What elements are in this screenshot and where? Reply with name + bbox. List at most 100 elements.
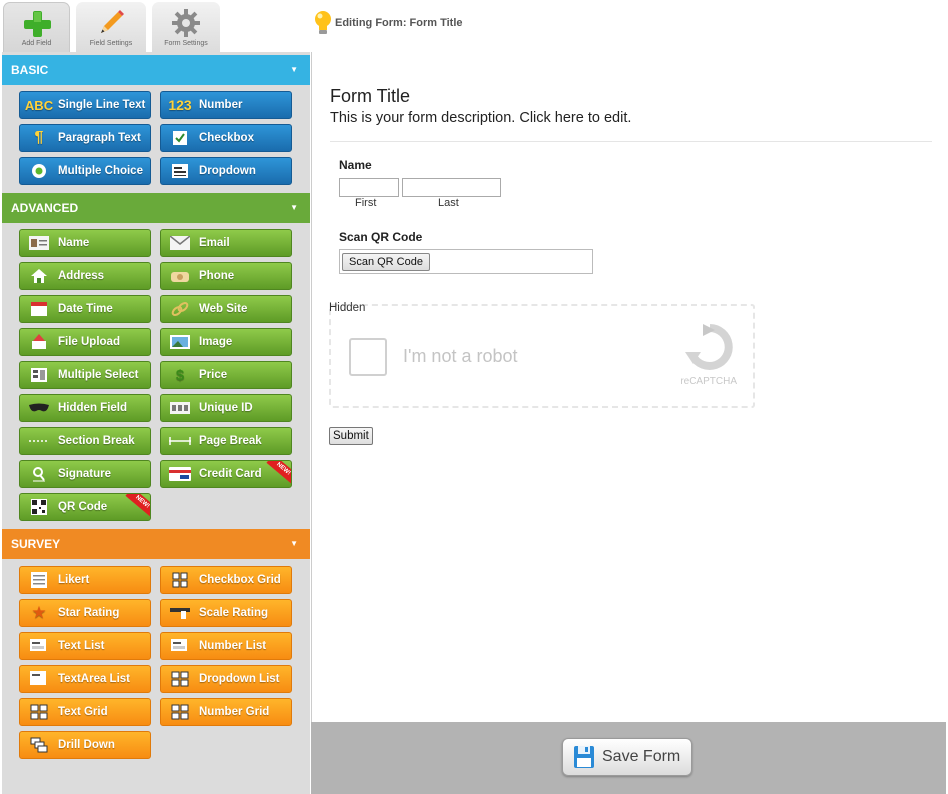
field-textarea-list[interactable]: TextArea List <box>19 665 151 693</box>
new-badge: NEW! <box>125 494 150 518</box>
house-icon <box>28 267 50 285</box>
field-dropdown-list[interactable]: Dropdown List <box>160 665 292 693</box>
field-label: Email <box>199 237 230 249</box>
field-email[interactable]: Email <box>160 229 292 257</box>
field-qr-code[interactable]: QR Code NEW! <box>19 493 151 521</box>
field-hidden-field[interactable]: Hidden Field <box>19 394 151 422</box>
qr-field-label: Scan QR Code <box>339 230 423 244</box>
tab-form-settings-label: Form Settings <box>164 40 208 47</box>
submit-button[interactable]: Submit <box>329 427 373 445</box>
field-phone[interactable]: Phone <box>160 262 292 290</box>
field-checkbox[interactable]: Checkbox <box>160 124 292 152</box>
field-label: Hidden Field <box>58 402 127 414</box>
dropdown-list-icon <box>169 670 191 688</box>
field-scale-rating[interactable]: Scale Rating <box>160 599 292 627</box>
collapse-caret-icon: ▼ <box>290 203 298 212</box>
field-label: Price <box>199 369 228 381</box>
first-name-input[interactable] <box>339 178 399 197</box>
field-label: Page Break <box>199 435 262 447</box>
field-section-break[interactable]: Section Break <box>19 427 151 455</box>
upload-icon <box>28 333 50 351</box>
paragraph-icon: ¶ <box>34 129 44 146</box>
field-likert[interactable]: Likert <box>19 566 151 594</box>
new-badge: NEW! <box>266 461 291 485</box>
field-label: Multiple Select <box>58 369 139 381</box>
field-label: Drill Down <box>58 739 115 751</box>
recaptcha-widget: I'm not a robot reCAPTCHA <box>329 304 755 408</box>
field-dropdown[interactable]: Dropdown <box>160 157 292 185</box>
field-web-site[interactable]: Web Site <box>160 295 292 323</box>
text-grid-icon <box>28 703 50 721</box>
section-survey-label: SURVEY <box>11 537 61 551</box>
field-label: Dropdown <box>199 165 256 177</box>
pen-nib-icon <box>28 465 50 483</box>
collapse-caret-icon: ▼ <box>290 539 298 548</box>
field-image[interactable]: Image <box>160 328 292 356</box>
tab-form-settings[interactable]: Form Settings <box>152 2 220 52</box>
dollar-icon: $ <box>175 366 185 384</box>
abc-icon: ABC <box>24 97 54 113</box>
field-star-rating[interactable]: ★ Star Rating <box>19 599 151 627</box>
field-label: Address <box>58 270 105 282</box>
editing-form-label: Editing Form: Form Title <box>335 17 463 29</box>
form-canvas: Form Title This is your form description… <box>311 52 946 722</box>
form-description[interactable]: This is your form description. Click her… <box>330 110 631 126</box>
checkbox-grid-icon <box>169 571 191 589</box>
save-form-label: Save Form <box>602 748 681 765</box>
recaptcha-logo-icon <box>685 324 733 370</box>
envelope-icon <box>169 234 191 252</box>
scan-qr-button[interactable]: Scan QR Code <box>342 253 430 271</box>
unique-id-icon <box>169 399 191 417</box>
field-label: Name <box>58 237 90 249</box>
field-label: Text Grid <box>58 706 108 718</box>
field-label: Multiple Choice <box>58 165 143 177</box>
tab-add-field[interactable]: Add Field <box>3 2 70 52</box>
field-credit-card[interactable]: Credit Card NEW! <box>160 460 292 488</box>
field-multiple-select[interactable]: Multiple Select <box>19 361 151 389</box>
pencil-icon <box>101 10 124 33</box>
section-basic[interactable]: BASIC ▼ <box>2 55 310 85</box>
tab-field-settings[interactable]: Field Settings <box>76 2 146 52</box>
number-123-icon: 123 <box>168 97 192 113</box>
field-address[interactable]: Address <box>19 262 151 290</box>
field-text-list[interactable]: Text List <box>19 632 151 660</box>
field-label: Text List <box>58 640 105 652</box>
field-number[interactable]: 123 Number <box>160 91 292 119</box>
section-advanced[interactable]: ADVANCED ▼ <box>2 193 310 223</box>
recaptcha-checkbox[interactable] <box>349 338 387 376</box>
first-sublabel: First <box>355 197 377 209</box>
last-name-input[interactable] <box>402 178 501 197</box>
checkbox-icon <box>169 129 191 147</box>
field-label: Date Time <box>58 303 113 315</box>
field-date-time[interactable]: Date Time <box>19 295 151 323</box>
field-number-grid[interactable]: Number Grid <box>160 698 292 726</box>
field-signature[interactable]: Signature <box>19 460 151 488</box>
form-title[interactable]: Form Title <box>330 86 410 107</box>
field-drill-down[interactable]: Drill Down <box>19 731 151 759</box>
field-checkbox-grid[interactable]: Checkbox Grid <box>160 566 292 594</box>
number-list-icon <box>169 637 191 655</box>
textarea-list-icon <box>28 670 50 688</box>
recaptcha-brand: reCAPTCHA <box>680 376 737 387</box>
field-label: Checkbox Grid <box>199 574 281 586</box>
field-multiple-choice[interactable]: Multiple Choice <box>19 157 151 185</box>
field-name[interactable]: Name <box>19 229 151 257</box>
gear-icon <box>172 9 200 37</box>
field-page-break[interactable]: Page Break <box>160 427 292 455</box>
section-survey[interactable]: SURVEY ▼ <box>2 529 310 559</box>
field-price[interactable]: $ Price <box>160 361 292 389</box>
section-advanced-label: ADVANCED <box>11 201 79 215</box>
field-paragraph-text[interactable]: ¶ Paragraph Text <box>19 124 151 152</box>
field-label: Number Grid <box>199 706 270 718</box>
field-file-upload[interactable]: File Upload <box>19 328 151 356</box>
field-single-line-text[interactable]: ABC Single Line Text <box>19 91 151 119</box>
field-unique-id[interactable]: Unique ID <box>160 394 292 422</box>
field-number-list[interactable]: Number List <box>160 632 292 660</box>
field-text-grid[interactable]: Text Grid <box>19 698 151 726</box>
scale-rating-icon <box>169 604 191 622</box>
save-form-button[interactable]: Save Form <box>562 738 692 776</box>
number-grid-icon <box>169 703 191 721</box>
dropdown-icon <box>169 162 191 180</box>
field-label: Signature <box>58 468 112 480</box>
field-palette: BASIC ▼ ABC Single Line Text 123 Number … <box>2 52 310 794</box>
